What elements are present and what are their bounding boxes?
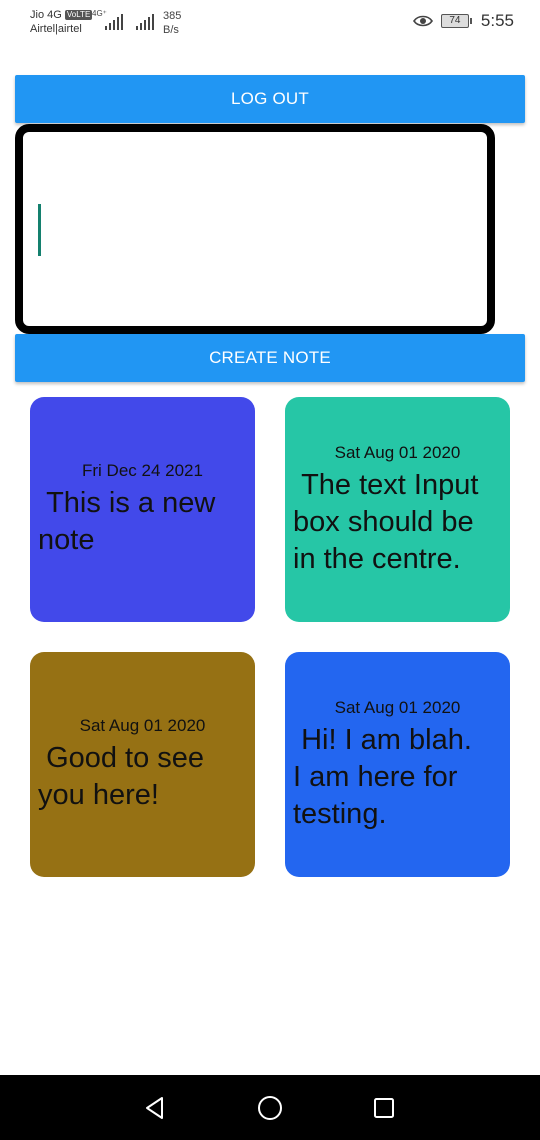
note-text-input[interactable] bbox=[15, 124, 495, 334]
create-note-button[interactable]: CREATE NOTE bbox=[15, 334, 525, 382]
volte-badge: VoLTE bbox=[64, 10, 93, 20]
home-icon bbox=[258, 1096, 282, 1120]
note-card[interactable]: Sat Aug 01 2020 The text Input box shoul… bbox=[285, 397, 510, 622]
carrier-primary: Jio 4G bbox=[30, 9, 62, 21]
text-cursor bbox=[38, 204, 41, 256]
recents-icon bbox=[374, 1098, 394, 1118]
status-bar: Jio 4G VoLTE Airtel|airtel 4G⁺ 385 B/s 7… bbox=[0, 0, 540, 50]
note-text: The text Input box should be in the cent… bbox=[293, 469, 479, 575]
note-text: Good to see you here! bbox=[38, 742, 205, 811]
clock: 5:55 bbox=[480, 11, 514, 30]
speed-value: 385 bbox=[163, 10, 182, 22]
note-card[interactable]: Sat Aug 01 2020 Good to see you here! bbox=[30, 652, 255, 877]
note-text: This is a new note bbox=[38, 487, 216, 556]
network-speed: 385 B/s bbox=[163, 9, 181, 37]
note-card[interactable]: Sat Aug 01 2020 Hi! I am blah. I am here… bbox=[285, 652, 510, 877]
carrier-info: Jio 4G VoLTE Airtel|airtel bbox=[30, 8, 93, 36]
back-icon bbox=[146, 1097, 163, 1119]
carrier-secondary: Airtel|airtel bbox=[30, 23, 82, 35]
recents-button[interactable] bbox=[369, 1093, 399, 1123]
home-button[interactable] bbox=[255, 1093, 285, 1123]
speed-unit: B/s bbox=[163, 24, 179, 36]
note-date: Sat Aug 01 2020 bbox=[334, 698, 461, 717]
battery-icon: 74 bbox=[440, 14, 472, 28]
navigation-bar bbox=[0, 1075, 540, 1140]
eye-icon bbox=[412, 15, 433, 27]
note-date: Sat Aug 01 2020 bbox=[334, 443, 461, 462]
logout-button[interactable]: LOG OUT bbox=[15, 75, 525, 123]
note-date: Fri Dec 24 2021 bbox=[82, 461, 203, 480]
note-card[interactable]: Fri Dec 24 2021 This is a new note bbox=[30, 397, 255, 622]
battery-level: 74 bbox=[449, 15, 461, 26]
note-text: Hi! I am blah. I am here for testing. bbox=[293, 724, 472, 830]
note-date: Sat Aug 01 2020 bbox=[79, 716, 206, 735]
signal-icon bbox=[136, 12, 154, 30]
back-button[interactable] bbox=[140, 1093, 170, 1123]
signal-icon bbox=[105, 12, 123, 30]
